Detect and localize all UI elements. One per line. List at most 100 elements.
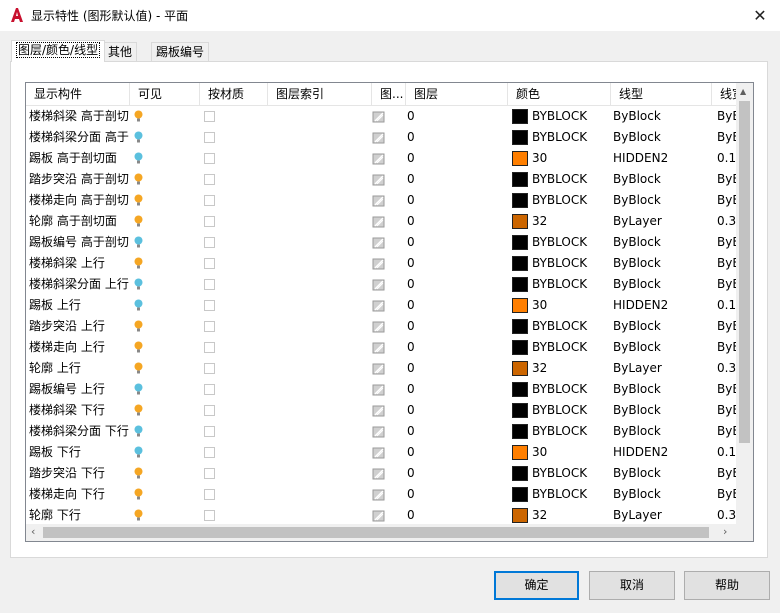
linetype-value[interactable]: ByBlock xyxy=(613,274,703,295)
lineweight-value[interactable]: ByB xyxy=(717,337,736,358)
color-swatch[interactable] xyxy=(512,193,528,208)
tab-layer-color-linetype[interactable]: 图层/颜色/线型 xyxy=(11,40,106,62)
linetype-value[interactable]: ByBlock xyxy=(613,400,703,421)
table-row[interactable]: 楼梯斜梁分面 下行 0 BYBLOCK ByBlock ByB xyxy=(26,421,736,442)
help-button[interactable]: 帮助 xyxy=(684,571,770,600)
by-material-checkbox[interactable] xyxy=(204,489,215,500)
linetype-value[interactable]: ByBlock xyxy=(613,169,703,190)
layer-pick-icon[interactable] xyxy=(372,131,386,145)
column-header-lineweight[interactable]: 线宽 xyxy=(712,83,736,106)
color-swatch[interactable] xyxy=(512,235,528,250)
layer-pick-icon[interactable] xyxy=(372,236,386,250)
lightbulb-icon[interactable] xyxy=(134,404,143,417)
color-swatch[interactable] xyxy=(512,487,528,502)
by-material-checkbox[interactable] xyxy=(204,258,215,269)
linetype-value[interactable]: ByLayer xyxy=(613,505,703,526)
lineweight-value[interactable]: 0.18 xyxy=(717,295,736,316)
by-material-checkbox[interactable] xyxy=(204,279,215,290)
lightbulb-icon[interactable] xyxy=(134,299,143,312)
lineweight-value[interactable]: ByB xyxy=(717,106,736,127)
linetype-value[interactable]: ByLayer xyxy=(613,358,703,379)
lightbulb-icon[interactable] xyxy=(134,341,143,354)
table-row[interactable]: 踏步突沿 高于剖切 0 BYBLOCK ByBlock ByB xyxy=(26,169,736,190)
lineweight-value[interactable]: ByB xyxy=(717,400,736,421)
by-material-checkbox[interactable] xyxy=(204,405,215,416)
column-header-color[interactable]: 颜色 xyxy=(508,83,611,106)
table-row[interactable]: 轮廓 高于剖切面 0 32 ByLayer 0.35 xyxy=(26,211,736,232)
lineweight-value[interactable]: ByB xyxy=(717,379,736,400)
column-header-visible[interactable]: 可见 xyxy=(130,83,200,106)
lineweight-value[interactable]: ByB xyxy=(717,316,736,337)
linetype-value[interactable]: ByBlock xyxy=(613,463,703,484)
linetype-value[interactable]: ByBlock xyxy=(613,190,703,211)
by-material-checkbox[interactable] xyxy=(204,447,215,458)
lightbulb-icon[interactable] xyxy=(134,194,143,207)
linetype-value[interactable]: HIDDEN2 xyxy=(613,295,703,316)
horizontal-scroll-thumb[interactable] xyxy=(43,527,709,538)
by-material-checkbox[interactable] xyxy=(204,321,215,332)
table-row[interactable]: 楼梯斜梁 上行 0 BYBLOCK ByBlock ByB xyxy=(26,253,736,274)
linetype-value[interactable]: ByBlock xyxy=(613,379,703,400)
linetype-value[interactable]: ByBlock xyxy=(613,316,703,337)
table-row[interactable]: 轮廓 下行 0 32 ByLayer 0.35 xyxy=(26,505,736,526)
layer-pick-icon[interactable] xyxy=(372,215,386,229)
table-row[interactable]: 楼梯斜梁分面 上行 0 BYBLOCK ByBlock ByB xyxy=(26,274,736,295)
lightbulb-icon[interactable] xyxy=(134,488,143,501)
ok-button[interactable]: 确定 xyxy=(494,571,579,600)
layer-pick-icon[interactable] xyxy=(372,404,386,418)
color-swatch[interactable] xyxy=(512,298,528,313)
color-swatch[interactable] xyxy=(512,424,528,439)
linetype-value[interactable]: ByBlock xyxy=(613,127,703,148)
by-material-checkbox[interactable] xyxy=(204,510,215,521)
by-material-checkbox[interactable] xyxy=(204,216,215,227)
horizontal-scrollbar[interactable]: ‹ › xyxy=(26,524,736,541)
lineweight-value[interactable]: ByB xyxy=(717,274,736,295)
lineweight-value[interactable]: 0.18 xyxy=(717,148,736,169)
by-material-checkbox[interactable] xyxy=(204,174,215,185)
color-swatch[interactable] xyxy=(512,466,528,481)
color-swatch[interactable] xyxy=(512,508,528,523)
by-material-checkbox[interactable] xyxy=(204,384,215,395)
layer-pick-icon[interactable] xyxy=(372,173,386,187)
layer-pick-icon[interactable] xyxy=(372,152,386,166)
color-swatch[interactable] xyxy=(512,130,528,145)
lightbulb-icon[interactable] xyxy=(134,467,143,480)
linetype-value[interactable]: ByBlock xyxy=(613,232,703,253)
color-swatch[interactable] xyxy=(512,340,528,355)
table-row[interactable]: 踢板 下行 0 30 HIDDEN2 0.18 xyxy=(26,442,736,463)
table-row[interactable]: 踏步突沿 下行 0 BYBLOCK ByBlock ByB xyxy=(26,463,736,484)
color-swatch[interactable] xyxy=(512,151,528,166)
by-material-checkbox[interactable] xyxy=(204,300,215,311)
column-header-linetype[interactable]: 线型 xyxy=(611,83,712,106)
color-swatch[interactable] xyxy=(512,172,528,187)
lineweight-value[interactable]: ByB xyxy=(717,253,736,274)
color-swatch[interactable] xyxy=(512,256,528,271)
layer-pick-icon[interactable] xyxy=(372,110,386,124)
lineweight-value[interactable]: ByB xyxy=(717,169,736,190)
linetype-value[interactable]: ByBlock xyxy=(613,484,703,505)
by-material-checkbox[interactable] xyxy=(204,195,215,206)
color-swatch[interactable] xyxy=(512,445,528,460)
linetype-value[interactable]: ByBlock xyxy=(613,106,703,127)
by-material-checkbox[interactable] xyxy=(204,132,215,143)
by-material-checkbox[interactable] xyxy=(204,111,215,122)
color-swatch[interactable] xyxy=(512,361,528,376)
by-material-checkbox[interactable] xyxy=(204,153,215,164)
table-row[interactable]: 踢板 高于剖切面 0 30 HIDDEN2 0.18 xyxy=(26,148,736,169)
table-row[interactable]: 楼梯走向 上行 0 BYBLOCK ByBlock ByB xyxy=(26,337,736,358)
lightbulb-icon[interactable] xyxy=(134,173,143,186)
tab-riser-number[interactable]: 踢板编号 xyxy=(151,42,210,62)
lineweight-value[interactable]: ByB xyxy=(717,463,736,484)
scroll-left-arrow-icon[interactable]: ‹ xyxy=(31,525,35,538)
lineweight-value[interactable]: ByB xyxy=(717,232,736,253)
linetype-value[interactable]: ByLayer xyxy=(613,211,703,232)
linetype-value[interactable]: HIDDEN2 xyxy=(613,442,703,463)
table-row[interactable]: 踢板编号 高于剖切 0 BYBLOCK ByBlock ByB xyxy=(26,232,736,253)
layer-pick-icon[interactable] xyxy=(372,446,386,460)
layer-pick-icon[interactable] xyxy=(372,341,386,355)
scroll-up-arrow-icon[interactable]: ▲ xyxy=(740,87,746,96)
table-row[interactable]: 踏步突沿 上行 0 BYBLOCK ByBlock ByB xyxy=(26,316,736,337)
table-row[interactable]: 踢板 上行 0 30 HIDDEN2 0.18 xyxy=(26,295,736,316)
lineweight-value[interactable]: ByB xyxy=(717,190,736,211)
color-swatch[interactable] xyxy=(512,109,528,124)
